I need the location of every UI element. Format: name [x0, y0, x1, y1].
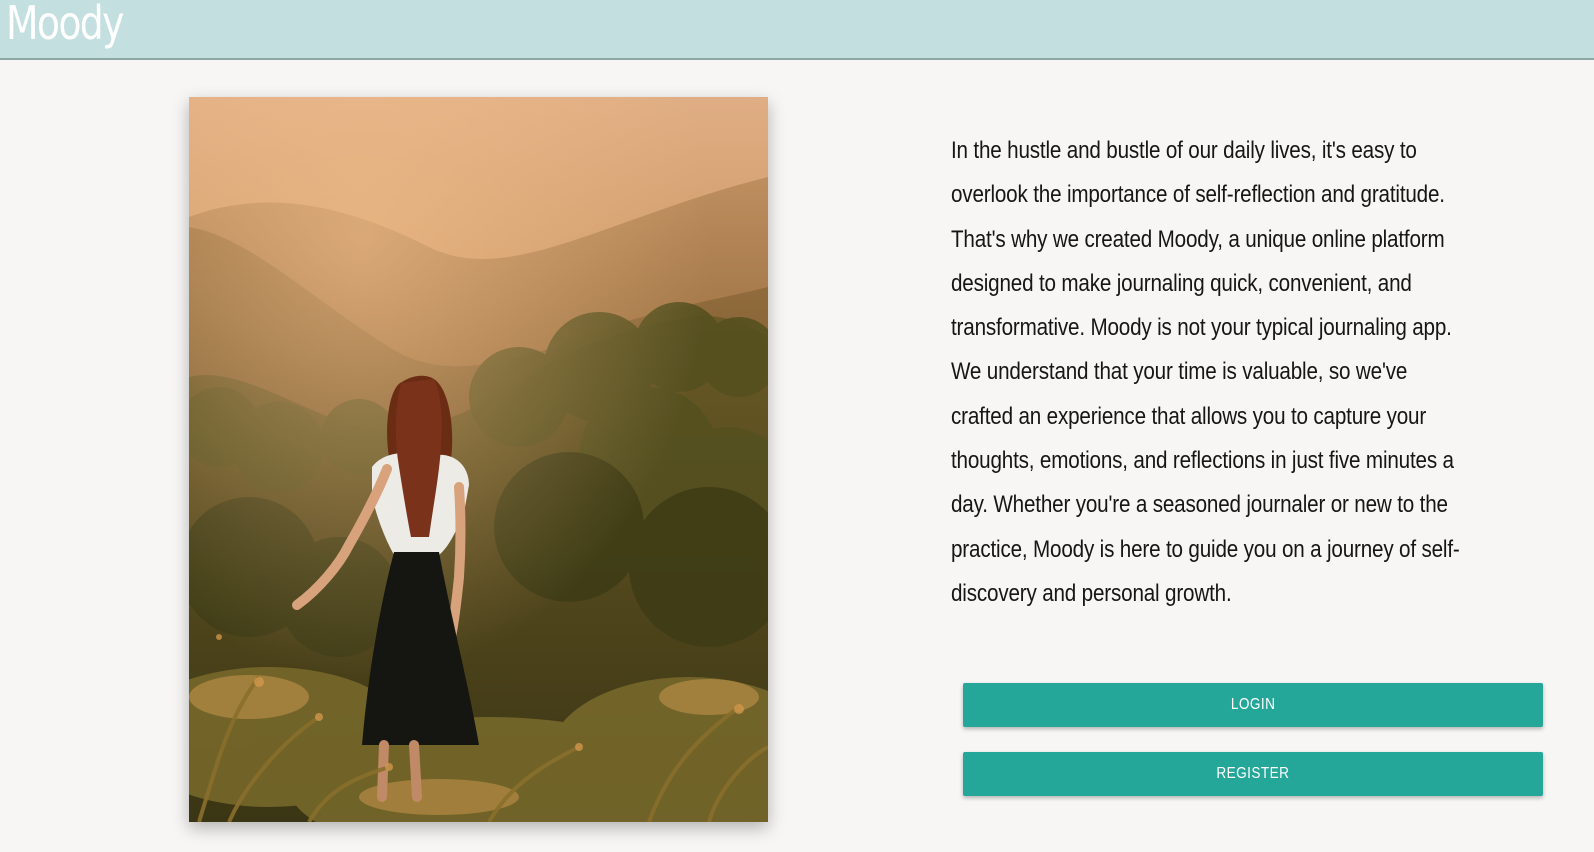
intro-paragraph: In the hustle and bustle of our daily li… [951, 137, 1460, 607]
register-button[interactable]: REGISTER [963, 752, 1543, 796]
login-button[interactable]: LOGIN [963, 683, 1543, 727]
register-button-label: REGISTER [1216, 765, 1290, 782]
top-header: Moody [0, 0, 1594, 60]
hero-photo [189, 97, 768, 822]
login-button-label: LOGIN [1230, 696, 1276, 713]
brand-logo-text[interactable]: Moody [6, 0, 124, 51]
